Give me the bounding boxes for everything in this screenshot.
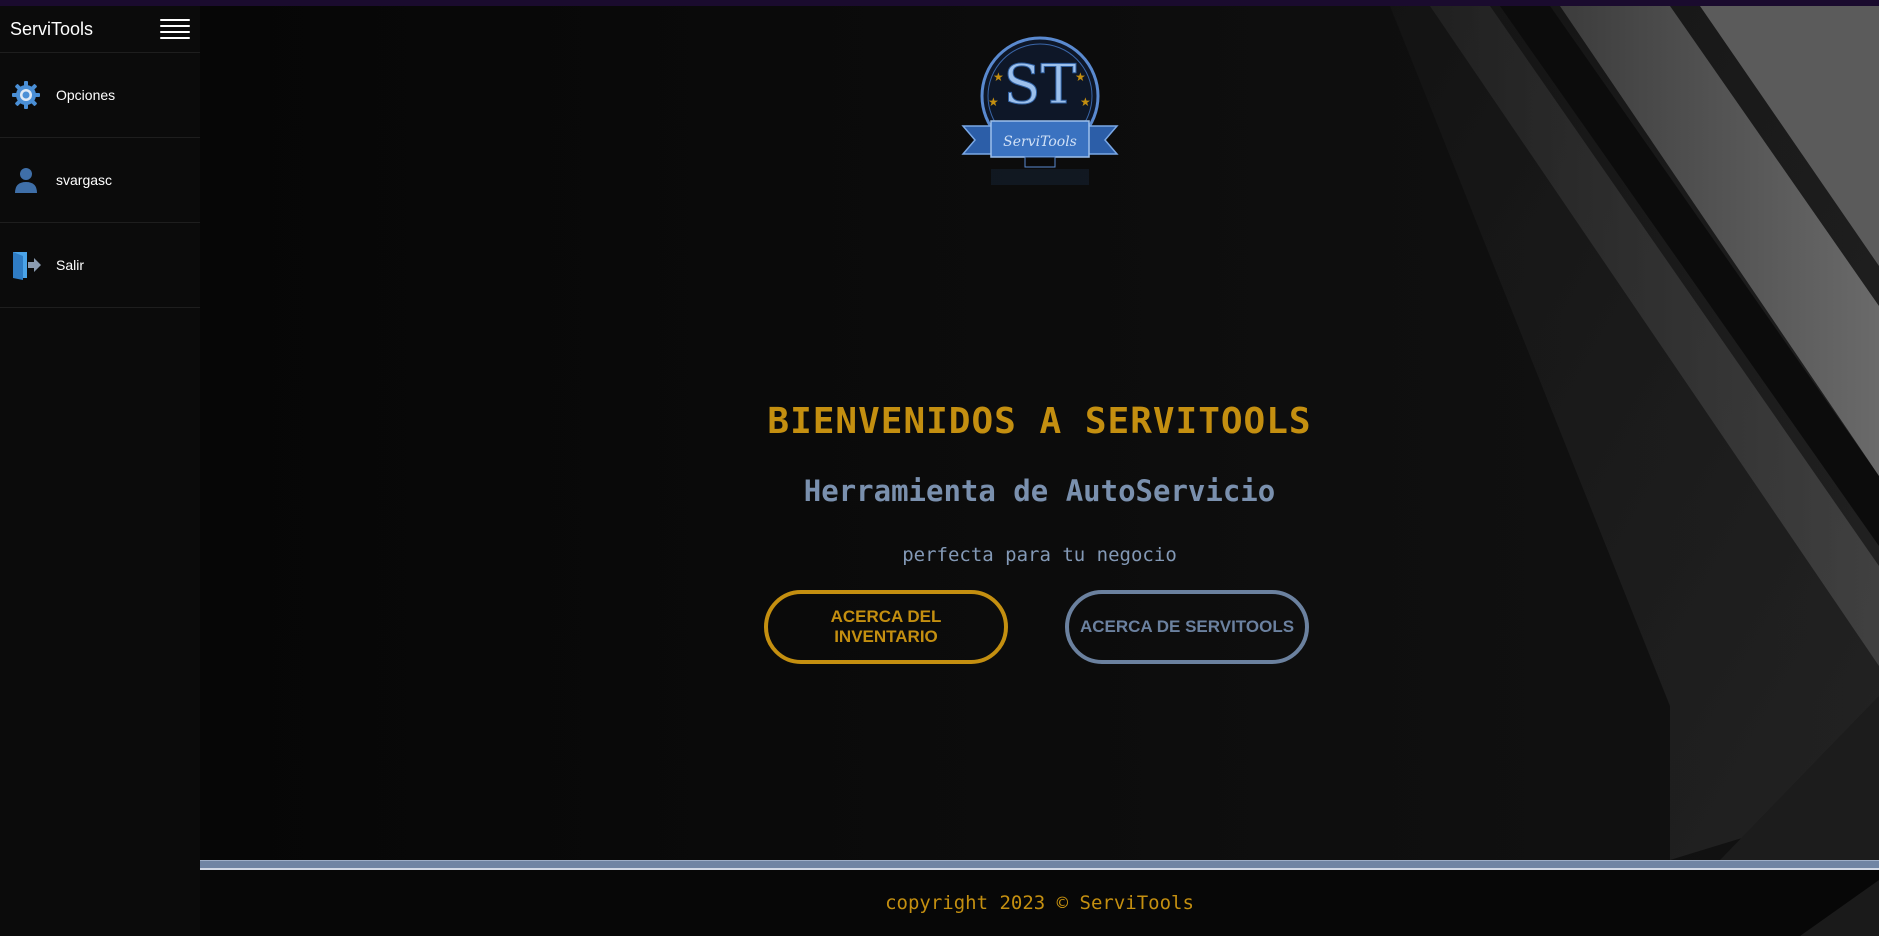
sidebar-item-salir[interactable]: Salir	[0, 223, 200, 308]
page-title: BIENVENIDOS A SERVITOOLS	[767, 401, 1312, 442]
sidebar-item-user[interactable]: svargasc	[0, 138, 200, 223]
gear-icon	[10, 79, 42, 111]
svg-text:★: ★	[993, 70, 1004, 84]
about-inventory-button[interactable]: ACERCA DEL INVENTARIO	[764, 590, 1008, 664]
sidebar-item-label: Opciones	[56, 87, 116, 103]
svg-text:★: ★	[1080, 95, 1091, 109]
page-subtitle: Herramienta de AutoServicio	[803, 474, 1276, 508]
user-icon	[10, 164, 42, 196]
sidebar-item-label: Salir	[56, 257, 85, 273]
footer: copyright 2023 © ServiTools	[200, 870, 1879, 936]
sidebar-item-opciones[interactable]: Opciones	[0, 53, 200, 138]
main-content: ST ★★ ★★ ★★ ServiTools BIENVENIDOS A SER…	[200, 6, 1879, 860]
logout-icon	[10, 249, 42, 281]
footer-divider	[200, 860, 1879, 870]
hamburger-menu-icon[interactable]	[160, 19, 190, 39]
svg-text:★: ★	[988, 95, 999, 109]
sidebar-item-label: svargasc	[56, 172, 113, 188]
logo-monogram: ST	[1003, 53, 1076, 116]
logo-banner-text: ServiTools	[1003, 134, 1077, 150]
copyright-text: copyright 2023 © ServiTools	[885, 892, 1194, 914]
sidebar-header: ServiTools	[0, 6, 200, 53]
tagline: perfecta para tu negocio	[902, 544, 1177, 566]
app-brand[interactable]: ServiTools	[10, 19, 93, 40]
svg-text:★: ★	[1075, 70, 1086, 84]
about-servitools-button[interactable]: ACERCA DE SERVITOOLS	[1065, 590, 1309, 664]
sidebar: ServiTools Opciones svargasc Salir	[0, 6, 201, 936]
servitools-logo: ST ★★ ★★ ★★ ServiTools	[961, 36, 1119, 185]
hero: BIENVENIDOS A SERVITOOLS Herramienta de …	[200, 401, 1879, 566]
